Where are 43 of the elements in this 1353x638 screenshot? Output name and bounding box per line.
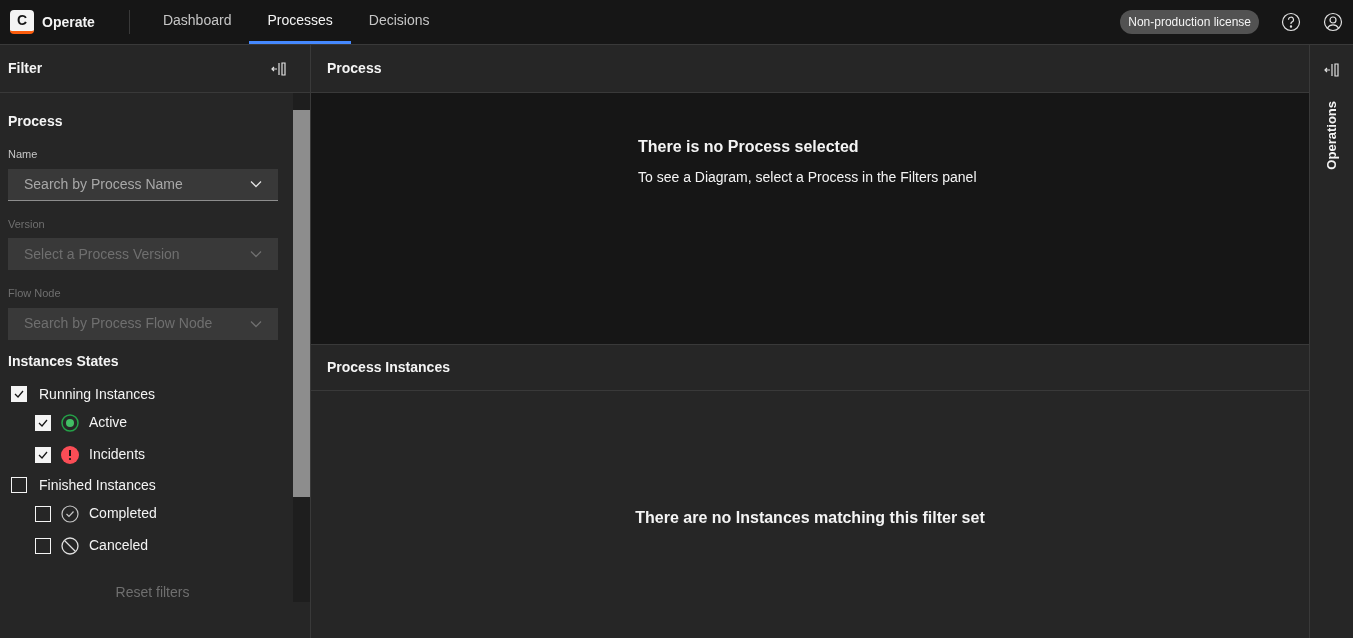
nav-tab[interactable]: Dashboard bbox=[144, 0, 250, 44]
user-profile-icon[interactable] bbox=[1323, 12, 1343, 32]
empty-state-title: There is no Process selected bbox=[638, 137, 860, 157]
app-logo: C bbox=[10, 10, 34, 34]
checkbox-label: Incidents bbox=[89, 445, 146, 464]
app-name: Operate bbox=[42, 12, 95, 32]
section-header: Process Instances bbox=[311, 344, 1309, 391]
checkbox-label: Active bbox=[89, 413, 128, 432]
scrollbar[interactable] bbox=[293, 93, 310, 602]
active-status-icon bbox=[61, 413, 79, 432]
checkbox-label: Canceled bbox=[89, 536, 149, 555]
chevron-down-icon bbox=[250, 180, 262, 188]
field-label: Name bbox=[8, 147, 39, 162]
chevron-down-icon bbox=[250, 250, 262, 258]
check-circle-icon bbox=[61, 504, 79, 523]
checkbox[interactable] bbox=[35, 414, 51, 431]
section-header: Process bbox=[311, 45, 1309, 93]
empty-state-text: To see a Diagram, select a Process in the Filters panel bbox=[638, 168, 978, 187]
checkbox[interactable] bbox=[11, 477, 27, 493]
checkbox[interactable] bbox=[11, 386, 27, 402]
collapse-panel-icon[interactable] bbox=[1323, 62, 1340, 78]
checkbox[interactable] bbox=[35, 446, 51, 463]
nav-tab[interactable]: Decisions bbox=[350, 0, 448, 44]
empty-state-title: There are no Instances matching this filter set bbox=[635, 508, 985, 528]
checkbox-label: Finished Instances bbox=[39, 475, 156, 495]
section-title: Instances States bbox=[8, 351, 120, 371]
panel-title: Operations bbox=[1322, 101, 1340, 170]
checkbox[interactable] bbox=[35, 505, 51, 522]
dropdown-field[interactable]: Search by Process Name bbox=[8, 168, 278, 201]
canceled-circle-icon bbox=[61, 536, 79, 555]
collapse-panel-icon[interactable] bbox=[271, 60, 287, 77]
section-title: Process bbox=[8, 112, 64, 131]
license-tag: Non-production license bbox=[1120, 10, 1259, 34]
checkbox-label: Running Instances bbox=[39, 384, 155, 404]
reset-filters-button[interactable]: Reset filters bbox=[115, 581, 190, 603]
field-label: Version bbox=[8, 216, 46, 232]
incident-warning-icon bbox=[61, 445, 79, 464]
checkbox-label: Completed bbox=[89, 504, 157, 523]
panel-title: Filter bbox=[8, 59, 43, 78]
field-label: Flow Node bbox=[8, 286, 62, 301]
chevron-down-icon bbox=[250, 319, 262, 328]
help-icon[interactable] bbox=[1281, 12, 1301, 32]
checkbox[interactable] bbox=[35, 537, 51, 554]
